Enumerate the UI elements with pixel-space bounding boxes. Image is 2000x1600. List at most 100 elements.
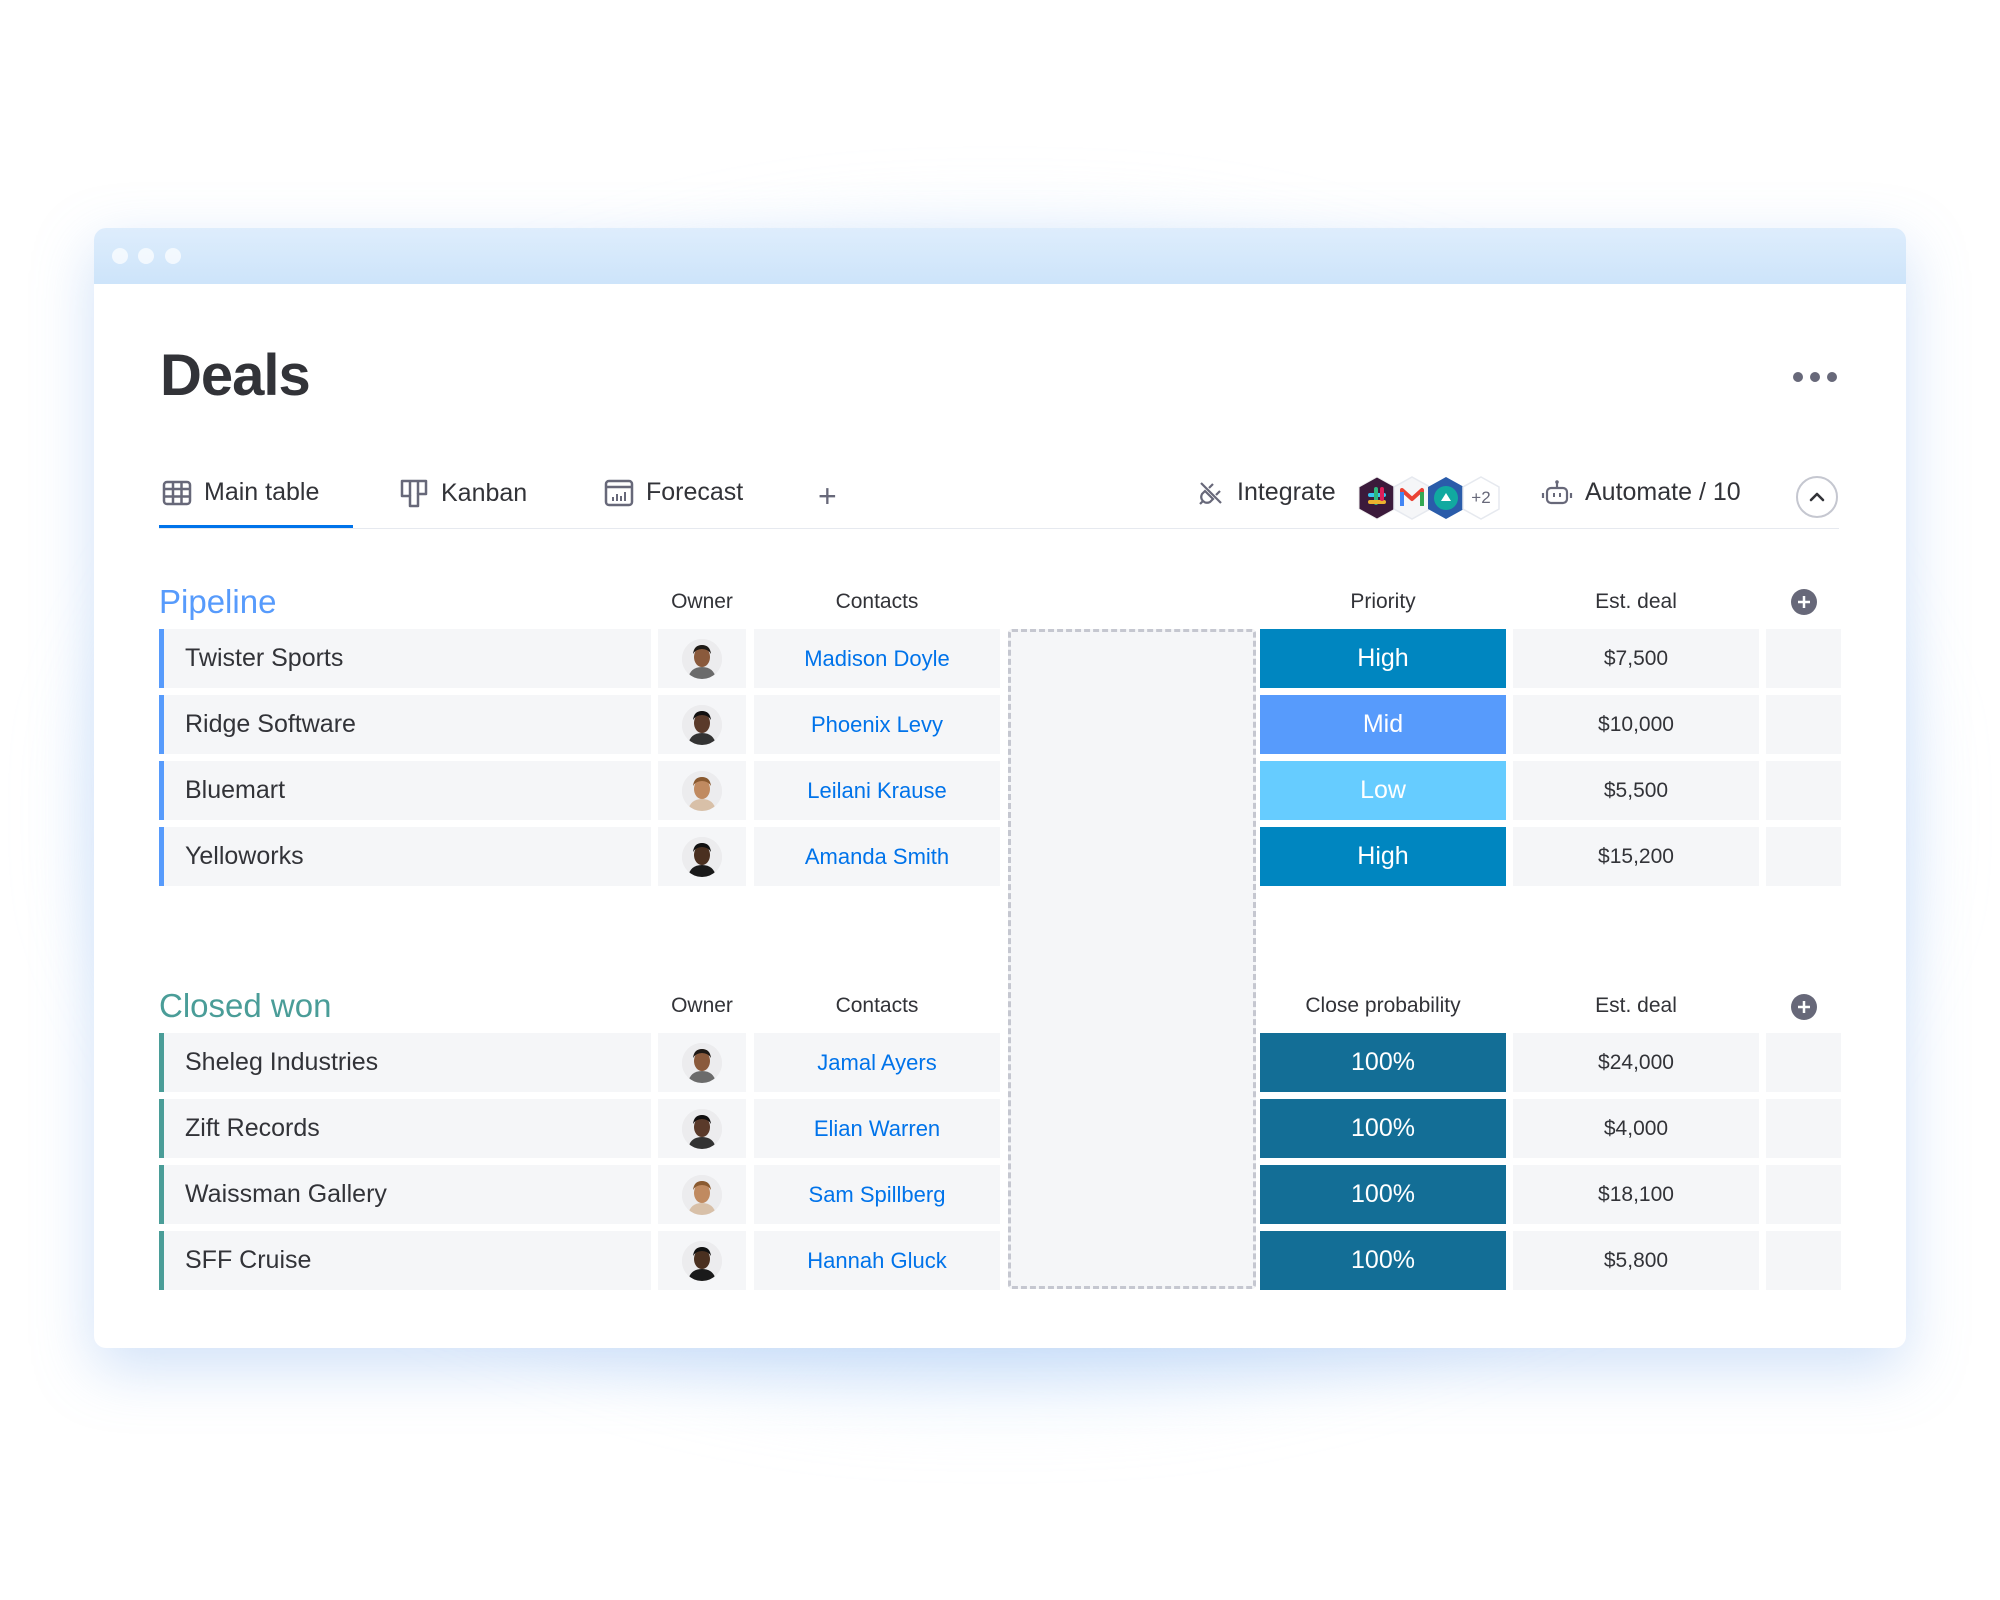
status-label[interactable]: 100% (1260, 1099, 1506, 1158)
item-name: Bluemart (185, 776, 286, 804)
tab-label: Kanban (441, 478, 528, 507)
group-color-bar (159, 629, 164, 688)
item-name: SFF Cruise (185, 1246, 312, 1274)
owner-cell[interactable] (658, 629, 746, 688)
table-row-item-name[interactable]: Twister Sports (159, 629, 651, 688)
integrate-label: Integrate (1237, 478, 1336, 506)
contact-link[interactable]: Jamal Ayers (754, 1033, 1000, 1092)
column-drop-placeholder[interactable] (1008, 629, 1256, 1289)
table-row-item-name[interactable]: Yelloworks (159, 827, 651, 886)
item-name: Zift Records (185, 1114, 320, 1142)
table-row-item-name[interactable]: Bluemart (159, 761, 651, 820)
group-color-bar (159, 1165, 164, 1224)
app-integration-icon[interactable] (1426, 476, 1466, 520)
avatar (682, 1174, 722, 1215)
owner-cell[interactable] (658, 695, 746, 754)
avatar (682, 1108, 722, 1149)
tab-main-table[interactable]: Main table (162, 478, 319, 507)
column-header-contacts[interactable]: Contacts (754, 590, 1000, 614)
column-header-est-deal[interactable]: Est. deal (1513, 994, 1759, 1018)
column-header-owner[interactable]: Owner (658, 994, 746, 1018)
column-header-est-deal[interactable]: Est. deal (1513, 590, 1759, 614)
window-dot-minimize[interactable] (138, 248, 154, 264)
group-color-bar (159, 761, 164, 820)
person-avatar-icon (682, 1240, 722, 1281)
empty-cell[interactable] (1766, 1231, 1841, 1290)
status-label[interactable]: 100% (1260, 1165, 1506, 1224)
est-deal-value[interactable]: $10,000 (1513, 695, 1759, 754)
owner-cell[interactable] (658, 1231, 746, 1290)
est-deal-value[interactable]: $15,200 (1513, 827, 1759, 886)
status-label[interactable]: High (1260, 629, 1506, 688)
empty-cell[interactable] (1766, 1099, 1841, 1158)
tab-label: Main table (204, 478, 320, 506)
column-header-priority[interactable]: Priority (1260, 590, 1506, 614)
tab-kanban[interactable]: Kanban (399, 478, 527, 508)
window-dot-maximize[interactable] (165, 248, 181, 264)
empty-cell[interactable] (1766, 1033, 1841, 1092)
avatar (682, 638, 722, 679)
table-row-item-name[interactable]: Waissman Gallery (159, 1165, 651, 1224)
person-avatar-icon (682, 770, 722, 811)
owner-cell[interactable] (658, 827, 746, 886)
avatar (682, 770, 722, 811)
table-row-item-name[interactable]: Ridge Software (159, 695, 651, 754)
person-avatar-icon (682, 704, 722, 745)
empty-cell[interactable] (1766, 827, 1841, 886)
empty-cell[interactable] (1766, 695, 1841, 754)
est-deal-value[interactable]: $7,500 (1513, 629, 1759, 688)
avatar (682, 704, 722, 745)
group-color-bar (159, 1099, 164, 1158)
integrate-button[interactable]: Integrate (1197, 478, 1336, 507)
est-deal-value[interactable]: $4,000 (1513, 1099, 1759, 1158)
tab-forecast[interactable]: Forecast (604, 478, 743, 507)
table-row-item-name[interactable]: Sheleg Industries (159, 1033, 651, 1092)
collapse-header-button[interactable] (1796, 476, 1838, 518)
automate-button[interactable]: Automate / 10 (1541, 478, 1741, 507)
column-header-contacts[interactable]: Contacts (754, 994, 1000, 1018)
owner-cell[interactable] (658, 761, 746, 820)
est-deal-value[interactable]: $5,800 (1513, 1231, 1759, 1290)
empty-cell[interactable] (1766, 629, 1841, 688)
column-header-close-probability[interactable]: Close probability (1260, 994, 1506, 1018)
slack-icon[interactable] (1357, 476, 1397, 520)
owner-cell[interactable] (658, 1033, 746, 1092)
contact-link[interactable]: Sam Spillberg (754, 1165, 1000, 1224)
status-label[interactable]: 100% (1260, 1231, 1506, 1290)
contact-link[interactable]: Elian Warren (754, 1099, 1000, 1158)
contact-link[interactable]: Phoenix Levy (754, 695, 1000, 754)
contact-link[interactable]: Hannah Gluck (754, 1231, 1000, 1290)
person-avatar-icon (682, 1174, 722, 1215)
empty-cell[interactable] (1766, 761, 1841, 820)
add-column-button[interactable] (1791, 589, 1817, 615)
more-dot-icon (1793, 372, 1803, 382)
group-title-closed-won[interactable]: Closed won (159, 987, 331, 1025)
plus-icon (1798, 596, 1810, 608)
table-row-item-name[interactable]: Zift Records (159, 1099, 651, 1158)
status-label[interactable]: Mid (1260, 695, 1506, 754)
contact-link[interactable]: Madison Doyle (754, 629, 1000, 688)
status-label[interactable]: 100% (1260, 1033, 1506, 1092)
table-icon (162, 480, 192, 506)
est-deal-value[interactable]: $24,000 (1513, 1033, 1759, 1092)
item-name: Twister Sports (185, 644, 344, 672)
column-header-owner[interactable]: Owner (658, 590, 746, 614)
est-deal-value[interactable]: $5,500 (1513, 761, 1759, 820)
window-dot-close[interactable] (112, 248, 128, 264)
automate-label: Automate / 10 (1585, 478, 1741, 506)
add-view-button[interactable]: + (818, 478, 837, 515)
est-deal-value[interactable]: $18,100 (1513, 1165, 1759, 1224)
owner-cell[interactable] (658, 1099, 746, 1158)
status-label[interactable]: Low (1260, 761, 1506, 820)
empty-cell[interactable] (1766, 1165, 1841, 1224)
group-color-bar (159, 695, 164, 754)
owner-cell[interactable] (658, 1165, 746, 1224)
contact-link[interactable]: Amanda Smith (754, 827, 1000, 886)
add-column-button[interactable] (1791, 994, 1817, 1020)
table-row-item-name[interactable]: SFF Cruise (159, 1231, 651, 1290)
more-options-button[interactable] (1793, 372, 1837, 382)
item-name: Yelloworks (185, 842, 304, 870)
status-label[interactable]: High (1260, 827, 1506, 886)
contact-link[interactable]: Leilani Krause (754, 761, 1000, 820)
group-title-pipeline[interactable]: Pipeline (159, 583, 276, 621)
